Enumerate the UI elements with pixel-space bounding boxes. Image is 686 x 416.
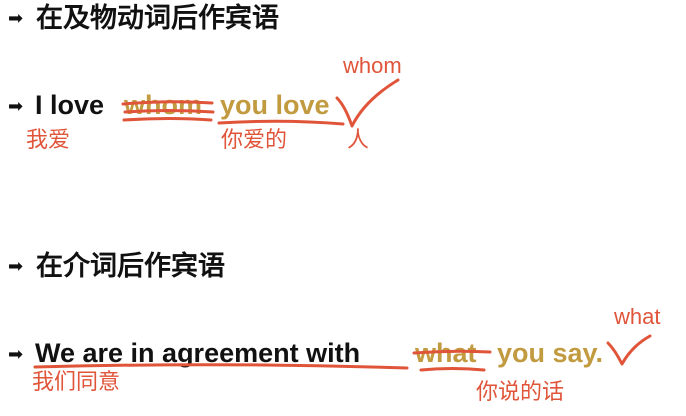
underline-mark bbox=[419, 367, 486, 372]
strike-through-mark bbox=[412, 349, 492, 355]
annotation-above-example-2: what bbox=[614, 304, 661, 329]
translation-label-clause-2: 你说的话 bbox=[476, 380, 565, 405]
underline-mark bbox=[33, 363, 409, 370]
insertion-caret-mark bbox=[335, 78, 400, 128]
translation-label-clause-1: 你爱的 bbox=[221, 128, 288, 153]
translation-label-prefix-2: 我们同意 bbox=[32, 370, 121, 395]
strike-through-mark bbox=[123, 109, 215, 114]
underline-mark bbox=[217, 119, 345, 126]
insertion-caret-mark bbox=[606, 334, 652, 366]
strike-through-mark bbox=[121, 100, 214, 106]
annotation-above-example-1: whom bbox=[343, 53, 402, 78]
translation-label-prefix-1: 我爱 bbox=[26, 128, 71, 153]
strike-through-mark bbox=[122, 117, 213, 122]
translation-label-inserted-1: 人 bbox=[347, 128, 370, 153]
